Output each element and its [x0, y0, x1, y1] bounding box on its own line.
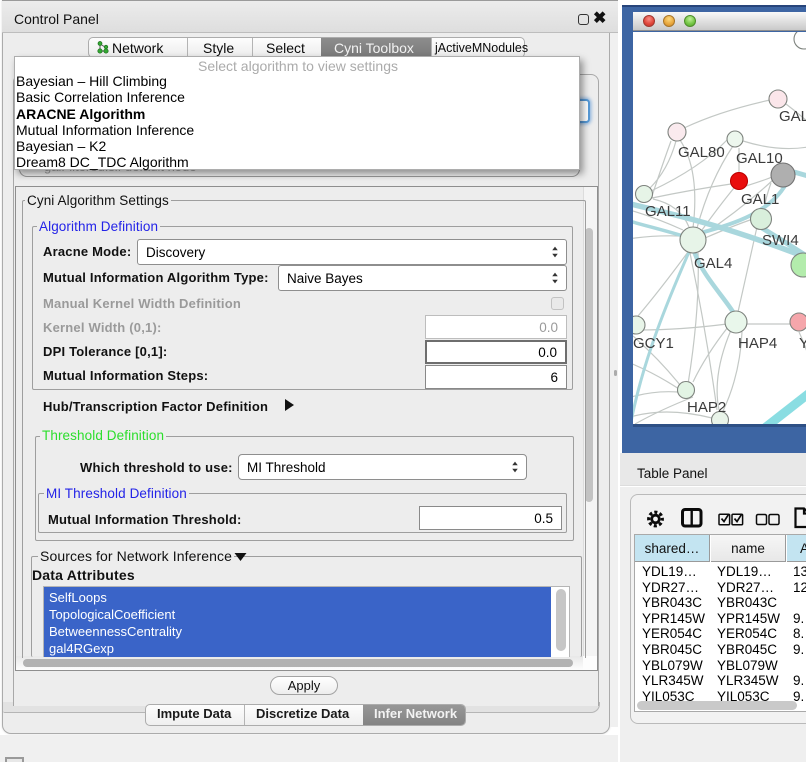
svg-text:Y: Y — [799, 335, 806, 352]
svg-text:GAL: GAL — [779, 108, 806, 125]
svg-text:HAP2: HAP2 — [687, 399, 726, 416]
svg-text:GAL10: GAL10 — [736, 150, 783, 167]
svg-text:GCY1: GCY1 — [633, 335, 674, 352]
svg-text:SWI4: SWI4 — [762, 232, 799, 249]
svg-text:GAL4: GAL4 — [694, 255, 732, 272]
svg-text:GAL80: GAL80 — [678, 144, 725, 161]
svg-text:GAL1: GAL1 — [741, 191, 779, 208]
svg-text:GAL11: GAL11 — [645, 203, 691, 220]
svg-text:HAP4: HAP4 — [738, 335, 777, 352]
